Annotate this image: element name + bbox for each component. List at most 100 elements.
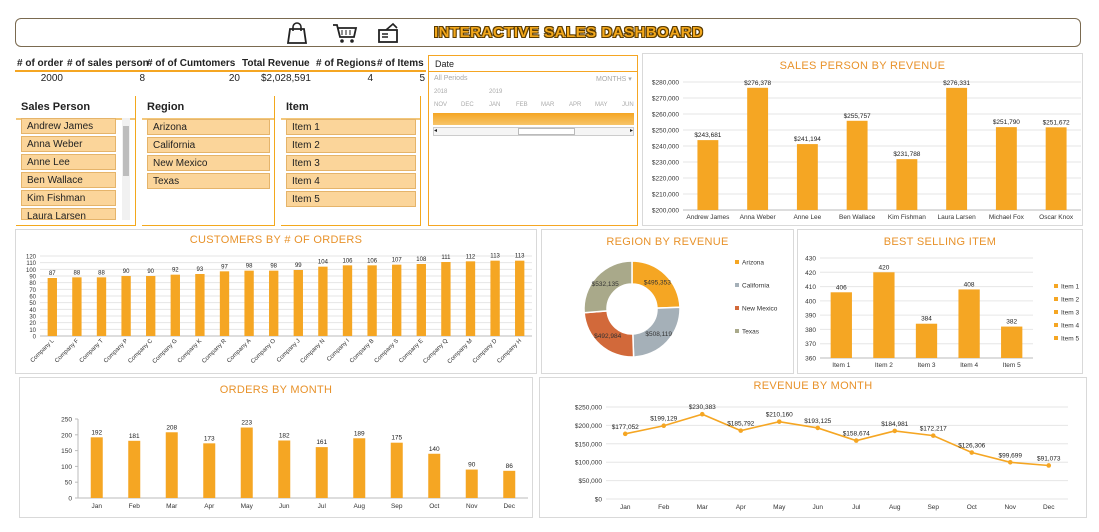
dashboard-title: INTERACTIVE SALES DASHBOARD — [434, 24, 704, 41]
bar — [503, 470, 516, 498]
slicer-item-texas[interactable]: Texas — [147, 173, 270, 189]
bar — [90, 437, 103, 498]
slicer-item-california[interactable]: California — [147, 137, 270, 153]
y-tick-label: 360 — [805, 356, 816, 363]
legend-swatch — [1054, 323, 1058, 327]
y-tick-label: 400 — [805, 298, 816, 305]
y-tick-label: 430 — [805, 256, 816, 263]
x-tick-label: Sep — [391, 503, 403, 510]
x-tick-label: May — [241, 503, 254, 510]
legend-label: California — [742, 283, 770, 290]
customers-orders-panel: CUSTOMERS BY # OF ORDERS 0 10 20 30 40 50 60 70… — [15, 229, 537, 374]
data-label: $199,129 — [650, 416, 677, 423]
slicer-item-5[interactable]: Item 5 — [286, 191, 416, 207]
x-tick-label: Aug — [353, 503, 365, 510]
x-tick-label: Sep — [927, 504, 939, 511]
x-tick-label: Company I — [326, 338, 351, 363]
timeline-month: NOV — [434, 102, 448, 108]
data-label: 92 — [172, 268, 179, 274]
revenue-month-chart: $0 $50,000 $100,000 $150,000 $200,000 $250,00… — [575, 404, 1068, 511]
bar — [428, 453, 441, 498]
slicer-scrollbar[interactable] — [122, 118, 130, 220]
x-tick-label: Jul — [852, 504, 861, 511]
kpi-value-items: 5 — [419, 73, 425, 84]
y-tick-label: 80 — [29, 281, 36, 287]
timeline-title: Date — [435, 59, 455, 69]
slicer-item-new-mexico[interactable]: New Mexico — [147, 155, 270, 171]
slicer-item-andrew-james[interactable]: Andrew James — [21, 118, 116, 134]
x-tick-label: Company H — [496, 338, 523, 365]
y-tick-label: $150,000 — [575, 441, 602, 448]
timeline-range-bar[interactable] — [433, 113, 634, 125]
x-tick-label: Apr — [204, 503, 215, 510]
x-tick-label: Feb — [129, 503, 141, 510]
data-label: 90 — [468, 462, 476, 469]
bar — [121, 276, 131, 336]
data-label: $508,119 — [645, 331, 672, 338]
data-label: $251,790 — [993, 119, 1020, 126]
x-tick-label: Kim Fishman — [888, 214, 926, 221]
data-label: $276,378 — [744, 80, 771, 87]
y-tick-label: 410 — [805, 284, 816, 291]
data-label: $91,073 — [1037, 455, 1061, 462]
shopping-bag-icon — [286, 22, 308, 44]
slicer-item-ben-wallace[interactable]: Ben Wallace — [21, 172, 116, 188]
data-label: 192 — [91, 429, 102, 436]
data-label: 106 — [342, 258, 353, 264]
legend-swatch — [735, 283, 739, 287]
timeline-unit-label: MONTHS — [596, 76, 627, 83]
bar — [47, 278, 57, 336]
slicer-item-anne-lee[interactable]: Anne Lee — [21, 154, 116, 170]
timeline-slicer: Date All Periods MONTHS ▾ 2018 2019 NOV … — [428, 55, 638, 226]
scroll-right-icon[interactable]: ▸ — [630, 127, 633, 134]
x-tick-label: Company F — [54, 338, 80, 364]
data-point — [815, 425, 821, 431]
data-label: $495,353 — [644, 280, 671, 287]
scroll-left-icon[interactable]: ◂ — [434, 127, 437, 134]
y-tick-label: $280,000 — [652, 80, 679, 87]
y-tick-label: 90 — [29, 275, 36, 281]
slicer-item-1[interactable]: Item 1 — [286, 119, 416, 135]
timeline-unit-dropdown[interactable]: MONTHS ▾ — [596, 75, 632, 83]
x-tick-label: Jun — [813, 504, 824, 511]
timeline-scrollbar[interactable]: ◂ ▸ — [433, 127, 634, 136]
bar — [747, 87, 769, 210]
customers-orders-chart: 010203040506070809010011012087Company L8… — [26, 254, 532, 365]
timeline-month: JAN — [489, 102, 501, 108]
x-tick-label: Dec — [503, 503, 515, 510]
bar — [72, 277, 82, 336]
data-label: 113 — [490, 254, 500, 260]
slicer-item-2[interactable]: Item 2 — [286, 137, 416, 153]
timeline-year-2019: 2019 — [489, 89, 503, 95]
data-label: 189 — [354, 430, 365, 437]
data-label: $158,674 — [843, 431, 870, 438]
data-label: 88 — [98, 270, 105, 276]
bar — [203, 443, 216, 498]
data-point — [930, 433, 936, 438]
bar — [318, 266, 328, 336]
slicer-item-anna-weber[interactable]: Anna Weber — [21, 136, 116, 152]
data-label: 90 — [123, 269, 130, 275]
y-tick-label: 390 — [805, 313, 816, 320]
slicer-item-kim-fishman[interactable]: Kim Fishman — [21, 190, 116, 206]
slicer-item-4[interactable]: Item 4 — [286, 173, 416, 189]
bar — [441, 262, 451, 336]
data-point — [892, 428, 898, 434]
bar — [1045, 127, 1067, 210]
y-tick-label: 50 — [29, 301, 36, 307]
data-label: 86 — [506, 463, 514, 470]
x-tick-label: Company G — [152, 338, 179, 365]
data-point — [622, 431, 628, 437]
kpi-label-orders: # of order — [17, 58, 64, 69]
slicer-item-laura-larsen[interactable]: Laura Larsen — [21, 208, 116, 220]
legend-label: Texas — [742, 329, 760, 336]
slicer-item-arizona[interactable]: Arizona — [147, 119, 270, 135]
x-tick-label: Item 4 — [960, 362, 978, 369]
timeline-month: APR — [569, 102, 582, 108]
legend-swatch — [1054, 284, 1058, 288]
kpi-value-revenue: $2,028,591 — [260, 73, 311, 84]
x-tick-label: Apr — [736, 504, 747, 511]
data-point — [699, 411, 705, 417]
slicer-item-3[interactable]: Item 3 — [286, 155, 416, 171]
x-tick-label: Ben Wallace — [839, 214, 876, 221]
